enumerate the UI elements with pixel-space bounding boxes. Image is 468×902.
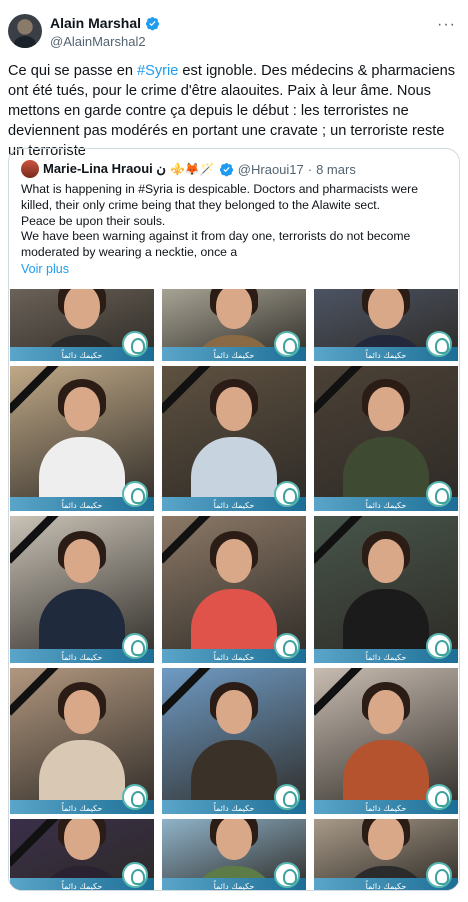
person-head [368,289,404,329]
person-head [64,387,100,431]
author-name[interactable]: Alain Marshal [50,15,141,31]
memorial-photo[interactable]: حكيمك دائماً [162,289,306,361]
author-avatar[interactable] [8,14,42,48]
quote-author-handle[interactable]: @Hraoui17 [238,162,304,177]
person-head [368,819,404,860]
tooth-logo-icon [122,862,148,888]
tooth-logo-icon [122,633,148,659]
author-name-row: Alain Marshal [50,15,160,31]
person-figure [39,531,125,655]
tooth-logo-icon [426,481,452,507]
person-head [216,819,252,860]
quote-author-name[interactable]: Marie-Lina Hraoui ن [43,161,166,177]
tooth-logo-icon [426,862,452,888]
tooth-logo-icon [122,481,148,507]
quote-author-avatar[interactable] [21,160,39,178]
person-body [343,740,429,806]
quote-media-grid[interactable]: حكيمك دائماً حكيمك دائماً حكيمك دائماً حكيم… [9,289,459,890]
person-figure [343,531,429,655]
tweet-text-before: Ce qui se passe en [8,63,137,79]
tooth-logo-icon [274,331,300,357]
memorial-photo[interactable]: حكيمك دائماً [10,289,154,361]
memorial-photo[interactable]: حكيمك دائماً [162,366,306,511]
person-body [39,740,125,806]
person-body [191,437,277,503]
ellipsis-icon[interactable]: ··· [437,16,456,34]
tooth-logo-icon [274,633,300,659]
quote-text-line: What is happening in #Syria is despicabl… [21,182,418,212]
tooth-logo-icon [122,331,148,357]
quote-date[interactable]: 8 mars [316,162,356,177]
person-figure [39,682,125,806]
quote-text-line: Peace be upon their souls. [21,213,166,228]
person-body [191,740,277,806]
author-handle[interactable]: @AlainMarshal2 [50,34,146,49]
memorial-photo[interactable]: حكيمك دائماً [314,289,458,361]
person-head [368,539,404,583]
quote-author-emojis: ⚜️🦊🪄 [169,162,215,176]
memorial-photo[interactable]: حكيمك دائماً [314,668,458,814]
tweet-text: Ce qui se passe en #Syrie est ignoble. D… [8,61,460,161]
tooth-logo-icon [274,784,300,810]
person-figure [191,682,277,806]
quoted-tweet[interactable]: Marie-Lina Hraoui ن ⚜️🦊🪄 @Hraoui17 · 8 m… [8,148,460,891]
person-figure [191,379,277,503]
quote-text: What is happening in #Syria is despicabl… [21,182,449,261]
quote-text-line: We have been warning against it from day… [21,229,411,260]
person-head [368,387,404,431]
person-body [343,589,429,655]
person-figure [39,379,125,503]
person-head [64,819,100,860]
verified-badge-icon [219,162,233,176]
tooth-logo-icon [274,862,300,888]
person-head [216,289,252,329]
verified-badge-icon [145,16,160,30]
memorial-photo[interactable]: حكيمك دائماً [10,366,154,511]
person-figure [191,531,277,655]
tooth-logo-icon [426,784,452,810]
person-body [191,589,277,655]
memorial-photo[interactable]: حكيمك دائماً [314,366,458,511]
memorial-photo[interactable]: حكيمك دائماً [10,819,154,890]
separator-dot: · [307,161,313,177]
person-head [216,690,252,734]
person-head [216,539,252,583]
person-head [368,690,404,734]
person-body [343,437,429,503]
person-body [39,437,125,503]
person-figure [343,379,429,503]
memorial-photo[interactable]: حكيمك دائماً [162,516,306,663]
person-head [216,387,252,431]
show-more-link[interactable]: Voir plus [21,262,69,276]
person-figure [343,682,429,806]
tooth-logo-icon [426,633,452,659]
person-head [64,289,100,329]
tweet-header: Alain Marshal @AlainMarshal2 ··· [8,12,460,52]
memorial-photo[interactable]: حكيمك دائماً [314,516,458,663]
memorial-photo[interactable]: حكيمك دائماً [10,668,154,814]
memorial-photo[interactable]: حكيمك دائماً [162,819,306,890]
quote-header: Marie-Lina Hraoui ن ⚜️🦊🪄 @Hraoui17 · 8 m… [21,159,356,179]
tooth-logo-icon [274,481,300,507]
memorial-photo[interactable]: حكيمك دائماً [10,516,154,663]
memorial-photo[interactable]: حكيمك دائماً [162,668,306,814]
person-body [39,589,125,655]
hashtag-link[interactable]: #Syrie [137,63,178,79]
person-head [64,539,100,583]
person-head [64,690,100,734]
tooth-logo-icon [426,331,452,357]
tooth-logo-icon [122,784,148,810]
memorial-photo[interactable]: حكيمك دائماً [314,819,458,890]
